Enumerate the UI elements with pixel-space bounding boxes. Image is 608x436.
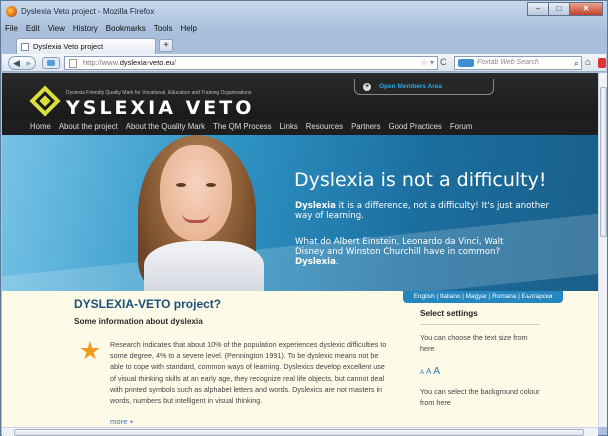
menu-file[interactable]: File (4, 24, 19, 36)
hero-photo-eye (176, 183, 186, 187)
nav-good-practices[interactable]: Good Practices (389, 119, 442, 135)
hero-photo-shirt (144, 241, 264, 291)
bookmark-star-icon[interactable]: ☆ ▾ (421, 57, 434, 69)
search-input[interactable]: Foxtab Web Search ⌕ (454, 56, 582, 70)
menu-history[interactable]: History (72, 24, 99, 36)
logo-icon[interactable] (29, 85, 61, 117)
text-size-large-button[interactable]: A (433, 366, 440, 377)
browser-window: Dyslexia Veto project - Mozilla Firefox … (0, 0, 608, 436)
site-header: Dyslexia Friendly Quality Mark for Vocat… (2, 73, 598, 119)
nav-links[interactable]: Links (280, 119, 298, 135)
addon-icon[interactable] (598, 58, 606, 68)
site-navigation: Home About the project About the Quality… (2, 119, 598, 135)
menu-help[interactable]: Help (179, 24, 197, 36)
hero-paragraph-1: Dyslexia it is a difference, not a diffi… (295, 201, 555, 221)
menu-bar: File Edit View History Bookmarks Tools H… (4, 24, 198, 36)
page-viewport: Dyslexia Friendly Quality Mark for Vocat… (2, 73, 598, 427)
menu-bookmarks[interactable]: Bookmarks (105, 24, 147, 36)
intro-paragraph: Research indicates that about 10% of the… (110, 340, 387, 406)
firefox-icon[interactable] (6, 6, 17, 17)
nav-partners[interactable]: Partners (351, 119, 380, 135)
hero-photo-smile (182, 213, 210, 223)
members-area-label: Open Members Area (379, 83, 442, 90)
address-bar[interactable]: http://www.dyslexia-veto.eu/ ☆ ▾ (64, 56, 438, 70)
more-link[interactable]: more + (110, 417, 134, 426)
nav-about-quality-mark[interactable]: About the Quality Mark (126, 119, 205, 135)
menu-view[interactable]: View (47, 24, 66, 36)
minimize-button[interactable]: – (527, 2, 549, 16)
hero-paragraph-2: What do Albert Einstein, Leonardo da Vin… (295, 237, 535, 267)
hero-p2-end: . (335, 257, 339, 267)
home-icon[interactable]: ⌂ (585, 56, 597, 70)
page-icon (21, 43, 29, 51)
site-identity-button[interactable] (42, 57, 60, 69)
url-suffix: / (173, 58, 176, 67)
plus-icon: + (363, 83, 371, 91)
page-title: DYSLEXIA-VETO project? (74, 297, 222, 311)
navigation-toolbar: ◀ ▸ http://www.dyslexia-veto.eu/ ☆ ▾ C F… (2, 54, 606, 72)
hero-headline: Dyslexia is not a difficulty! (294, 169, 547, 191)
url-prefix: http://www. (83, 58, 120, 67)
horizontal-scrollbar[interactable] (2, 427, 598, 436)
window-controls: – □ ✕ (527, 2, 603, 16)
members-area-link[interactable]: + Open Members Area (354, 79, 494, 95)
browser-tab[interactable]: Dyslexia Veto project (16, 38, 156, 54)
new-tab-button[interactable]: + (159, 39, 173, 52)
hero-photo-face (160, 145, 232, 241)
back-button[interactable]: ◀ ▸ (8, 56, 36, 70)
background-colour-hint: You can select the background colour fro… (420, 387, 540, 407)
window-title: Dyslexia Veto project - Mozilla Firefox (21, 7, 155, 16)
url-domain: dyslexia-veto.eu (119, 58, 174, 67)
section-subtitle: Some information about dyslexia (74, 317, 203, 326)
vertical-scroll-thumb[interactable] (600, 87, 607, 237)
hero-photo (114, 135, 274, 291)
hero-banner: Dyslexia is not a difficulty! Dyslexia i… (2, 135, 598, 291)
tab-bar: Dyslexia Veto project + (4, 36, 604, 54)
text-size-medium-button[interactable]: A (426, 367, 431, 376)
settings-heading: Select settings (420, 309, 540, 325)
hero-bold-term: Dyslexia (295, 257, 336, 267)
tab-label: Dyslexia Veto project (33, 42, 104, 51)
close-button[interactable]: ✕ (569, 2, 603, 16)
menu-edit[interactable]: Edit (25, 24, 41, 36)
search-placeholder: Foxtab Web Search (477, 59, 539, 66)
forward-arrow-icon[interactable]: ▸ (26, 57, 31, 69)
text-size-small-button[interactable]: A (420, 370, 424, 376)
text-size-hint: You can choose the text size from here (420, 333, 528, 353)
star-icon (80, 341, 100, 360)
main-content: English | Italiano | Magyar | Romana | Б… (2, 291, 598, 427)
nav-forum[interactable]: Forum (450, 119, 473, 135)
language-selector[interactable]: English | Italiano | Magyar | Romana | Б… (403, 291, 563, 303)
settings-panel: Select settings You can choose the text … (420, 309, 540, 408)
nav-about-project[interactable]: About the project (59, 119, 118, 135)
back-arrow-icon: ◀ (13, 58, 20, 68)
hero-bold-term: Dyslexia (295, 201, 336, 211)
nav-home[interactable]: Home (30, 119, 51, 135)
horizontal-scroll-thumb[interactable] (14, 429, 584, 436)
nav-qm-process[interactable]: The QM Process (213, 119, 272, 135)
text-size-controls: A A A (420, 366, 540, 377)
hero-photo-eye (206, 183, 216, 187)
search-icon[interactable]: ⌕ (574, 57, 579, 69)
vertical-scrollbar[interactable] (598, 73, 607, 427)
title-bar[interactable]: Dyslexia Veto project - Mozilla Firefox … (1, 1, 607, 23)
menu-tools[interactable]: Tools (153, 24, 174, 36)
nav-resources[interactable]: Resources (306, 119, 343, 135)
site-tagline: Dyslexia Friendly Quality Mark for Vocat… (66, 90, 252, 96)
page-icon (69, 59, 77, 68)
hero-p2-text: What do Albert Einstein, Leonardo da Vin… (295, 237, 504, 257)
site-logo[interactable]: YSLEXIA VETO (66, 97, 254, 119)
reload-icon[interactable]: C (440, 56, 452, 70)
search-engine-icon[interactable] (458, 59, 474, 67)
maximize-button[interactable]: □ (548, 2, 570, 16)
